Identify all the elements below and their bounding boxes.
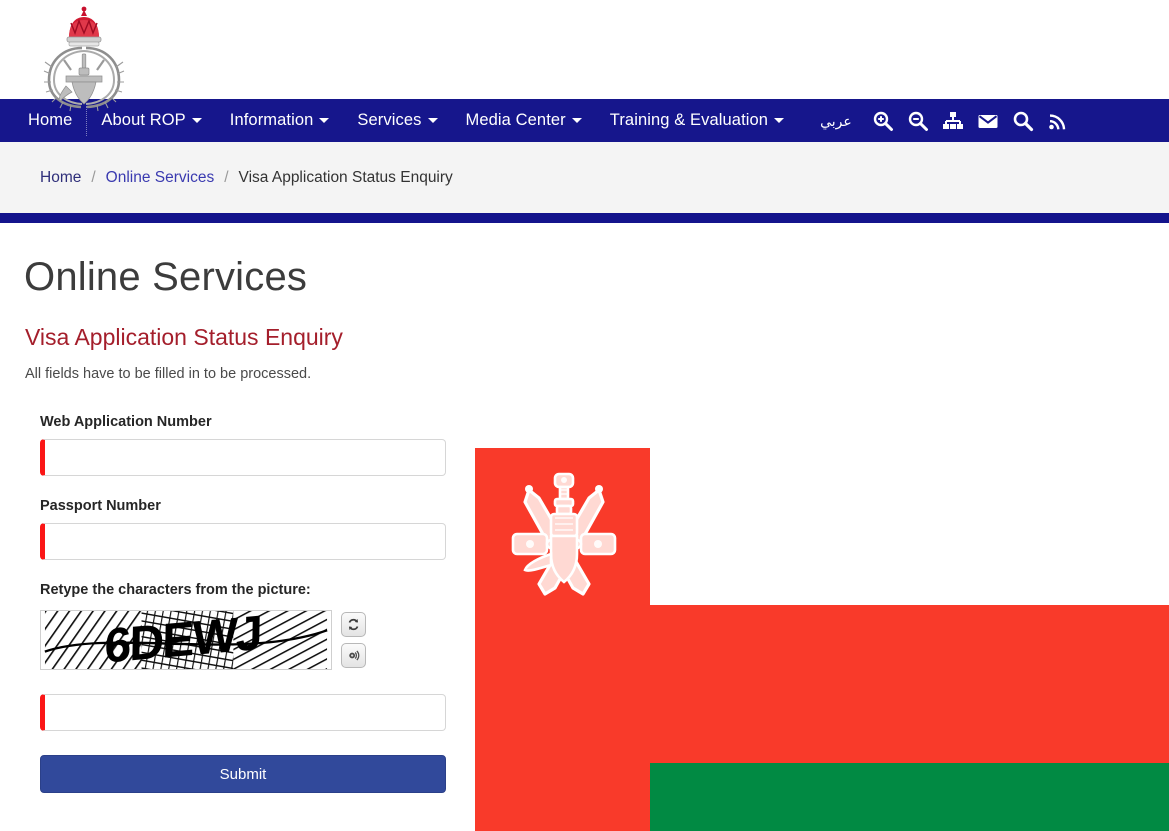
nav-item-training-evaluation[interactable]: Training & Evaluation <box>596 99 798 142</box>
web-application-number-label: Web Application Number <box>40 414 212 430</box>
submit-button[interactable]: Submit <box>40 755 446 793</box>
chevron-down-icon <box>191 118 202 123</box>
flag-of-oman <box>475 448 1169 831</box>
nav-utility-icons <box>872 110 1069 132</box>
helper-text: All fields have to be filled in to be pr… <box>25 366 312 382</box>
section-title: Visa Application Status Enquiry <box>25 324 343 350</box>
zoom-out-icon[interactable] <box>907 110 929 132</box>
page-title: Online Services <box>24 255 308 299</box>
breadcrumb: Home / Online Services / Visa Applicatio… <box>40 169 453 187</box>
chevron-down-icon <box>427 118 438 123</box>
rss-icon[interactable] <box>1047 110 1069 132</box>
chevron-down-icon <box>319 118 330 123</box>
breadcrumb-item-online-services[interactable]: Online Services <box>106 169 215 187</box>
nav-item-label: Services <box>357 111 422 129</box>
submit-row: Submit <box>40 755 446 793</box>
chevron-down-icon <box>571 118 582 123</box>
captcha-buttons <box>341 610 366 668</box>
site-header <box>0 0 1169 112</box>
breadcrumb-bar: Home / Online Services / Visa Applicatio… <box>0 142 1169 213</box>
nav-item-label: Information <box>229 111 314 129</box>
captcha-section: Retype the characters from the picture: <box>40 582 446 670</box>
zoom-in-icon[interactable] <box>872 110 894 132</box>
royal-oman-police-emblem <box>36 4 132 112</box>
breadcrumb-separator: / <box>224 168 229 186</box>
main-content: Online Services Visa Application Status … <box>0 223 1169 831</box>
khanjar-emblem <box>505 466 623 621</box>
field-group-web-application-number: Web Application Number <box>40 414 446 476</box>
envelope-icon[interactable] <box>977 110 999 132</box>
breadcrumb-item-home[interactable]: Home <box>40 169 81 187</box>
captcha-image: 6DEWJ <box>40 610 332 670</box>
breadcrumb-item-current: Visa Application Status Enquiry <box>238 168 453 186</box>
page-root: Home About ROP Information Services Medi… <box>0 0 1169 831</box>
nav-item-label: Media Center <box>465 111 566 129</box>
passport-number-input[interactable] <box>40 523 446 560</box>
field-group-passport-number: Passport Number <box>40 498 446 560</box>
chevron-down-icon <box>774 118 785 123</box>
language-switch-arabic[interactable]: عربي <box>798 99 862 142</box>
svg-text:6DEWJ: 6DEWJ <box>104 611 261 669</box>
captcha-label: Retype the characters from the picture: <box>40 582 311 598</box>
web-application-number-input[interactable] <box>40 439 446 476</box>
nav-item-label: Training & Evaluation <box>609 111 769 129</box>
sitemap-icon[interactable] <box>942 110 964 132</box>
nav-item-label: About ROP <box>101 111 186 129</box>
breadcrumb-separator: / <box>91 168 96 186</box>
nav-item-services[interactable]: Services <box>343 99 451 142</box>
flag-band-white <box>650 448 1169 605</box>
nav-item-media-center[interactable]: Media Center <box>452 99 596 142</box>
refresh-captcha-icon[interactable] <box>341 612 366 637</box>
nav-item-label: Home <box>28 111 73 129</box>
captcha-row: 6DEWJ <box>40 610 446 670</box>
passport-number-label: Passport Number <box>40 498 161 514</box>
search-icon[interactable] <box>1012 110 1034 132</box>
main-navigation: Home About ROP Information Services Medi… <box>0 99 1169 142</box>
section-divider <box>0 213 1169 223</box>
flag-band-red <box>650 605 1169 763</box>
flag-band-green <box>650 763 1169 831</box>
field-group-captcha-answer <box>40 694 446 731</box>
audio-captcha-icon[interactable] <box>341 643 366 668</box>
nav-item-information[interactable]: Information <box>216 99 344 142</box>
visa-status-form: Web Application Number Passport Number R… <box>40 414 446 793</box>
language-switch-label: عربي <box>820 113 852 129</box>
captcha-answer-input[interactable] <box>40 694 446 731</box>
